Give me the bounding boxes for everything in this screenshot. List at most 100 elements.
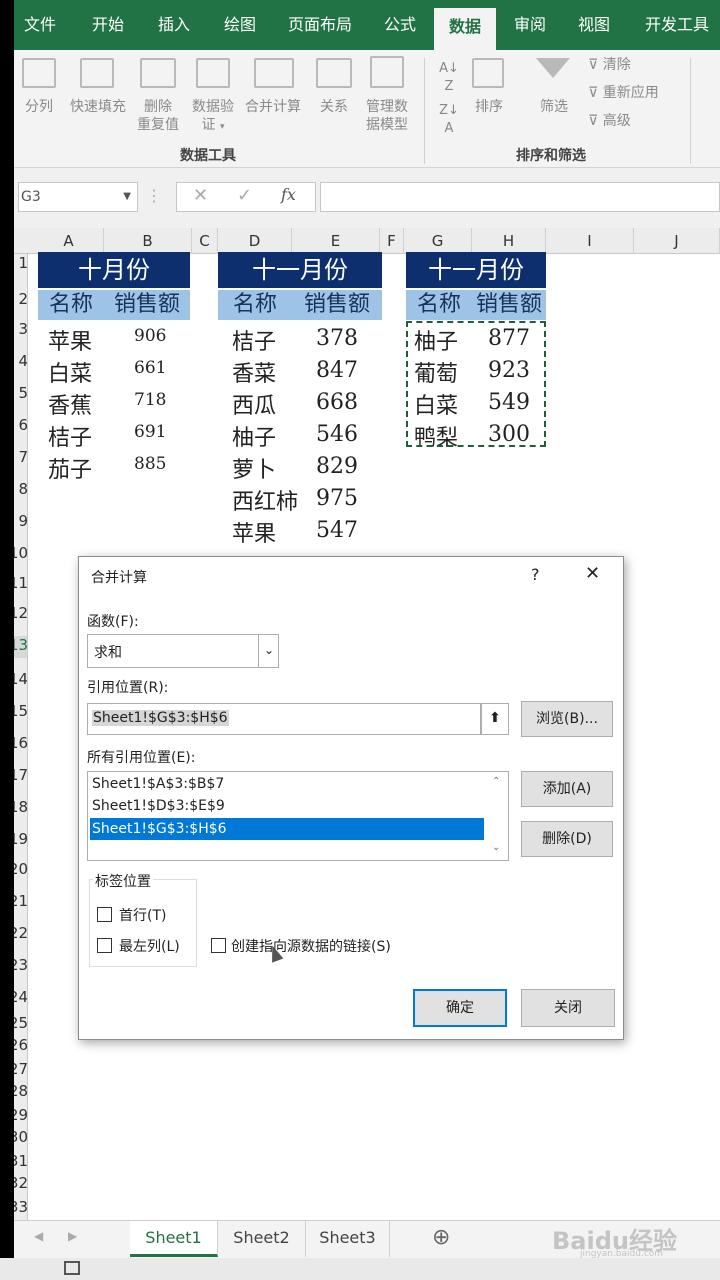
- row-header-13[interactable]: 13: [14, 636, 27, 658]
- sort-button[interactable]: 排序: [468, 98, 510, 116]
- list-item[interactable]: Sheet1!$A$3:$B$7: [92, 776, 224, 792]
- status-icon[interactable]: [64, 1261, 80, 1275]
- col-header-d[interactable]: D: [218, 228, 292, 254]
- row-header-27[interactable]: 27: [14, 1060, 27, 1082]
- row-header-22[interactable]: 22: [14, 924, 27, 946]
- table2-name-cell[interactable]: 香菜: [232, 356, 276, 388]
- col-header-g[interactable]: G: [404, 228, 472, 254]
- row-header-4[interactable]: 4: [14, 352, 27, 374]
- tab-developer[interactable]: 开发工具: [634, 0, 720, 50]
- col-header-f[interactable]: F: [380, 228, 404, 254]
- row-header-33[interactable]: 33: [14, 1198, 27, 1220]
- cancel-icon[interactable]: ✕: [193, 185, 208, 206]
- col-header-j[interactable]: J: [634, 228, 720, 254]
- ok-button[interactable]: 确定: [413, 989, 507, 1027]
- table2-name-cell[interactable]: 苹果: [232, 516, 276, 548]
- delete-button[interactable]: 删除(D): [521, 821, 613, 857]
- clear-filter-button[interactable]: ⊽ 清除: [588, 56, 658, 74]
- col-header-a[interactable]: A: [34, 228, 104, 254]
- table1-sales-cell[interactable]: 661: [134, 358, 166, 378]
- list-item[interactable]: Sheet1!$D$3:$E$9: [92, 798, 225, 814]
- row-header-30[interactable]: 30: [14, 1128, 27, 1150]
- tab-insert[interactable]: 插入: [144, 0, 204, 50]
- table2-sales-cell[interactable]: 975: [316, 486, 358, 511]
- table2-sales-cell[interactable]: 547: [316, 518, 358, 543]
- left-column-checkbox[interactable]: [97, 938, 112, 953]
- sheet-tab-1[interactable]: Sheet1: [130, 1221, 218, 1257]
- row-header-8[interactable]: 8: [14, 480, 27, 502]
- sort-ascending-icon[interactable]: A↓ Z: [438, 60, 460, 96]
- row-header-16[interactable]: 16: [14, 734, 27, 756]
- tab-data[interactable]: 数据: [434, 8, 496, 50]
- table1-name-cell[interactable]: 香蕉: [48, 388, 92, 420]
- tab-page-layout[interactable]: 页面布局: [278, 0, 362, 50]
- top-row-checkbox[interactable]: [97, 907, 112, 922]
- row-header-21[interactable]: 21: [14, 892, 27, 914]
- scroll-up-icon[interactable]: ⌃: [492, 776, 500, 787]
- create-links-checkbox[interactable]: [211, 938, 226, 953]
- row-header-14[interactable]: 14: [14, 670, 27, 692]
- row-header-23[interactable]: 23: [14, 956, 27, 978]
- row-header-1[interactable]: 1: [14, 254, 27, 276]
- table1-header-sales[interactable]: 销售额: [104, 290, 190, 320]
- table2-sales-cell[interactable]: 847: [316, 358, 358, 383]
- select-all-corner[interactable]: [14, 228, 34, 254]
- row-header-12[interactable]: 12: [14, 604, 27, 626]
- row-header-17[interactable]: 17: [14, 766, 27, 788]
- advanced-filter-button[interactable]: ⊽ 高级: [588, 112, 658, 130]
- scroll-left-icon[interactable]: ◀: [34, 1229, 43, 1243]
- table2-name-cell[interactable]: 桔子: [232, 324, 276, 356]
- table2-name-cell[interactable]: 柚子: [232, 420, 276, 452]
- row-header-18[interactable]: 18: [14, 798, 27, 820]
- table2-sales-cell[interactable]: 668: [316, 390, 358, 415]
- close-button[interactable]: 关闭: [521, 989, 615, 1027]
- table2-sales-cell[interactable]: 546: [316, 422, 358, 447]
- table1-name-cell[interactable]: 苹果: [48, 324, 92, 356]
- col-header-c[interactable]: C: [192, 228, 218, 254]
- table3-title[interactable]: 十一月份: [406, 252, 546, 288]
- list-item-selected[interactable]: Sheet1!$G$3:$H$6: [90, 818, 484, 840]
- consolidate-button[interactable]: 合并计算: [240, 98, 306, 116]
- table2-header-sales[interactable]: 销售额: [292, 290, 382, 320]
- table2-title[interactable]: 十一月份: [218, 252, 382, 288]
- tab-draw[interactable]: 绘图: [210, 0, 270, 50]
- name-box[interactable]: G3 ▼: [18, 182, 138, 212]
- row-header-15[interactable]: 15: [14, 702, 27, 724]
- enter-icon[interactable]: ✓: [237, 185, 252, 206]
- tab-review[interactable]: 审阅: [500, 0, 560, 50]
- formula-input[interactable]: [320, 182, 720, 212]
- table2-header-name[interactable]: 名称: [218, 290, 292, 320]
- row-header-28[interactable]: 28: [14, 1082, 27, 1104]
- row-header-2[interactable]: 2: [14, 290, 27, 312]
- help-icon[interactable]: ?: [531, 565, 540, 584]
- manage-data-model-button[interactable]: 管理数 据模型: [358, 98, 416, 134]
- tab-home[interactable]: 开始: [78, 0, 138, 50]
- all-references-list[interactable]: Sheet1!$A$3:$B$7 Sheet1!$D$3:$E$9 Sheet1…: [87, 771, 509, 861]
- scroll-down-icon[interactable]: ⌄: [492, 842, 500, 853]
- col-header-b[interactable]: B: [104, 228, 192, 254]
- reapply-filter-button[interactable]: ⊽ 重新应用: [588, 84, 688, 102]
- table1-name-cell[interactable]: 茄子: [48, 452, 92, 484]
- row-header-10[interactable]: 10: [14, 544, 27, 566]
- insert-function-icon[interactable]: fx: [281, 185, 296, 204]
- row-header-7[interactable]: 7: [14, 448, 27, 470]
- row-header-19[interactable]: 19: [14, 830, 27, 852]
- table2-name-cell[interactable]: 萝卜: [232, 452, 276, 484]
- row-header-29[interactable]: 29: [14, 1106, 27, 1128]
- close-icon[interactable]: ✕: [585, 563, 600, 584]
- tab-formulas[interactable]: 公式: [370, 0, 430, 50]
- table2-sales-cell[interactable]: 829: [316, 454, 358, 479]
- table1-sales-cell[interactable]: 906: [134, 326, 166, 346]
- reference-input[interactable]: Sheet1!$G$3:$H$6: [87, 703, 481, 735]
- remove-duplicates-button[interactable]: 删除 重复值: [132, 98, 184, 134]
- flash-fill-button[interactable]: 快速填充: [64, 98, 132, 116]
- tab-view[interactable]: 视图: [566, 0, 622, 50]
- table2-name-cell[interactable]: 西瓜: [232, 388, 276, 420]
- table2-name-cell[interactable]: 西红柿: [232, 484, 298, 516]
- table1-sales-cell[interactable]: 691: [134, 422, 166, 442]
- col-header-e[interactable]: E: [292, 228, 380, 254]
- collapse-dialog-icon[interactable]: ⬆: [481, 703, 509, 735]
- row-header-20[interactable]: 20: [14, 860, 27, 882]
- sort-descending-icon[interactable]: Z↓ A: [438, 102, 460, 138]
- row-header-31[interactable]: 31: [14, 1152, 27, 1174]
